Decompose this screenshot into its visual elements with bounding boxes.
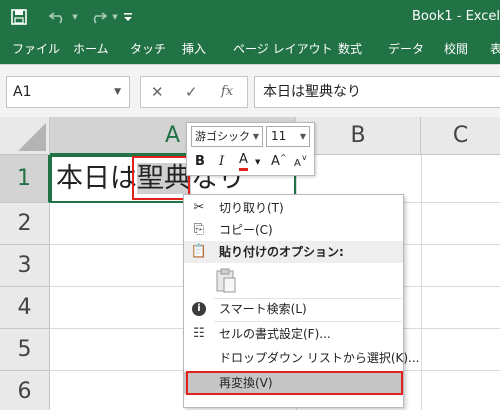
menu-item-cut[interactable]: ✂ 切り取り(T): [184, 197, 403, 219]
chevron-down-icon[interactable]: ▼: [255, 151, 260, 173]
select-all-corner[interactable]: [0, 117, 50, 155]
menu-separator: [214, 321, 402, 322]
mini-toolbar: 游ゴシック ▼ 11 ▼ B I A ▼ A ^ A v: [186, 122, 315, 176]
font-name-value: 游ゴシック: [195, 130, 250, 143]
name-box[interactable]: A1 ▼: [6, 76, 130, 108]
cancel-icon[interactable]: ✕: [151, 77, 164, 107]
row-header-3[interactable]: 3: [0, 245, 50, 287]
row-header-1[interactable]: 1: [0, 155, 50, 203]
menu-item-label: セルの書式設定(F)...: [219, 327, 331, 341]
window-title: Book1 - Excel: [412, 9, 500, 24]
customize-qat-icon[interactable]: [122, 0, 134, 34]
tab-page-layout[interactable]: ページ レイアウト: [233, 34, 333, 64]
redo-icon[interactable]: [86, 0, 110, 34]
ribbon-tabs: ファイル ホーム タッチ 挿入 ページ レイアウト 数式 データ 校閲 表: [0, 34, 500, 64]
menu-item-label: コピー(C): [219, 223, 273, 237]
selection-highlight-box: [132, 156, 190, 200]
format-cells-icon: ☷: [193, 326, 205, 341]
bold-button[interactable]: B: [195, 151, 205, 173]
paste-option-keep-text-icon[interactable]: [215, 268, 237, 294]
caret-up-icon: ^: [280, 153, 287, 162]
undo-dropdown-icon[interactable]: ▼: [70, 0, 80, 34]
menu-section-paste-options: 📋 貼り付けのオプション:: [184, 241, 403, 263]
cell-text-before: 本日は: [56, 163, 137, 194]
formula-buttons: ✕ ✓ fx: [140, 76, 248, 108]
title-bar: ▼ ▼ Book1 - Excel: [0, 0, 500, 34]
menu-item-format-cells[interactable]: ☷ セルの書式設定(F)...: [184, 323, 403, 345]
shrink-font-button[interactable]: A: [294, 153, 301, 175]
tab-insert[interactable]: 挿入: [182, 34, 206, 64]
menu-item-label: 切り取り(T): [219, 201, 284, 215]
menu-item-label: スマート検索(L): [219, 302, 307, 316]
tab-home[interactable]: ホーム: [73, 34, 109, 64]
tab-file[interactable]: ファイル: [12, 34, 60, 64]
tab-touch[interactable]: タッチ: [130, 34, 166, 64]
row-header-5[interactable]: 5: [0, 329, 50, 371]
tab-formulas[interactable]: 数式: [338, 34, 362, 64]
menu-item-pick-from-dropdown[interactable]: ドロップダウン リストから選択(K)...: [184, 347, 420, 369]
info-icon: i: [192, 302, 206, 316]
insert-function-icon[interactable]: fx: [221, 77, 233, 107]
scissors-icon: ✂: [193, 200, 205, 215]
undo-icon[interactable]: [46, 0, 70, 34]
chevron-down-icon[interactable]: ▼: [300, 127, 306, 146]
menu-item-smart-lookup[interactable]: i スマート検索(L): [184, 298, 403, 320]
enter-icon[interactable]: ✓: [185, 77, 198, 107]
font-size-select[interactable]: 11 ▼: [266, 126, 310, 147]
formula-bar-area: A1 ▼ ✕ ✓ fx 本日は聖典なり: [0, 64, 500, 117]
column-header-c[interactable]: C: [421, 117, 500, 155]
tab-view[interactable]: 表: [490, 34, 500, 64]
chevron-down-icon[interactable]: ▼: [114, 77, 121, 107]
gridline: [421, 155, 422, 410]
formula-input[interactable]: 本日は聖典なり: [254, 76, 500, 108]
grow-font-button[interactable]: A: [271, 151, 280, 173]
font-color-button[interactable]: A: [239, 151, 248, 171]
reconvert-highlight-box: [186, 371, 403, 395]
font-size-value: 11: [271, 129, 287, 143]
redo-dropdown-icon[interactable]: ▼: [110, 0, 120, 34]
italic-button[interactable]: I: [219, 151, 224, 173]
font-name-select[interactable]: 游ゴシック ▼: [191, 126, 263, 147]
row-header-2[interactable]: 2: [0, 203, 50, 245]
name-box-value: A1: [13, 84, 32, 100]
menu-item-label: 貼り付けのオプション:: [219, 245, 344, 259]
row-header-4[interactable]: 4: [0, 287, 50, 329]
tab-review[interactable]: 校閲: [444, 34, 468, 64]
save-icon[interactable]: [6, 0, 32, 34]
menu-item-label: ドロップダウン リストから選択(K)...: [219, 351, 420, 365]
row-header-6[interactable]: 6: [0, 371, 50, 410]
caret-down-icon: v: [302, 153, 307, 162]
formula-content: 本日は聖典なり: [263, 84, 361, 100]
copy-icon: ⎘: [193, 222, 205, 237]
chevron-down-icon[interactable]: ▼: [253, 127, 259, 146]
menu-item-copy[interactable]: ⎘ コピー(C): [184, 219, 403, 241]
tab-data[interactable]: データ: [388, 34, 424, 64]
paste-icon: 📋: [190, 244, 208, 259]
